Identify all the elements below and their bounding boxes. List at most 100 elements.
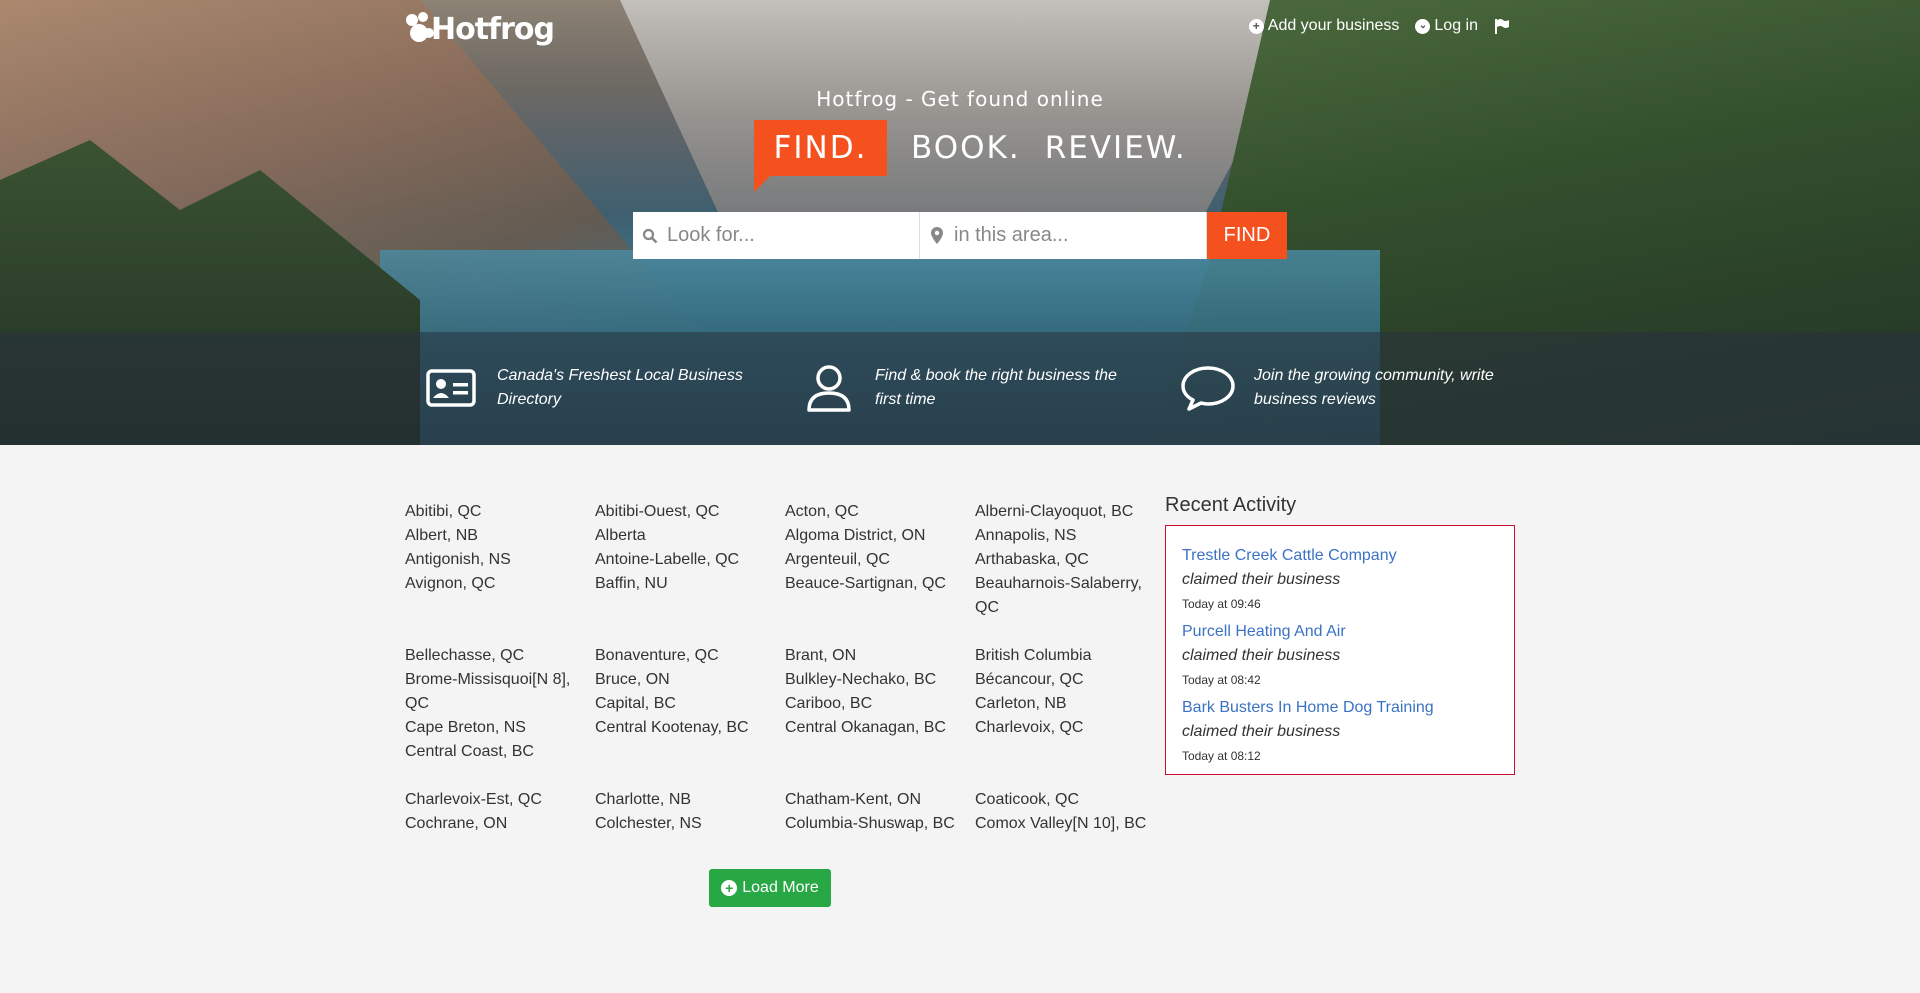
location-link[interactable]: British Columbia xyxy=(975,644,1155,668)
feature-directory-text: Canada's Freshest Local Business Directo… xyxy=(497,367,743,408)
search-icon xyxy=(633,228,667,244)
feature-community-text: Join the growing community, write busine… xyxy=(1254,367,1494,408)
location-column: Charlotte, NB Colchester, NS xyxy=(595,788,785,836)
location-link[interactable]: Bulkley-Nechako, BC xyxy=(785,668,965,692)
look-for-input[interactable] xyxy=(667,224,907,247)
feature-find-book-text: Find & book the right business the first… xyxy=(875,367,1117,408)
find-button[interactable]: FIND xyxy=(1207,212,1287,259)
area-field xyxy=(920,212,1207,259)
location-link[interactable]: Carleton, NB xyxy=(975,692,1155,716)
activity-action: claimed their business xyxy=(1182,647,1341,664)
activity-time: Today at 08:42 xyxy=(1182,673,1261,687)
location-link[interactable]: Chatham-Kent, ON xyxy=(785,788,965,812)
load-more-label: Load More xyxy=(742,879,819,896)
frog-logo-icon xyxy=(404,12,434,46)
plus-circle-icon: + xyxy=(721,880,738,896)
activity-action: claimed their business xyxy=(1182,723,1341,740)
location-row: Bellechasse, QC Brome-Missisquoi[N 8], QC… xyxy=(405,644,1165,764)
location-link[interactable]: Charlotte, NB xyxy=(595,788,775,812)
activity-time: Today at 08:12 xyxy=(1182,749,1261,763)
location-link[interactable]: Antigonish, NS xyxy=(405,548,585,572)
location-column: Abitibi-Ouest, QC Alberta Antoine-Labelle,… xyxy=(595,500,785,620)
location-link[interactable]: Charlevoix, QC xyxy=(975,716,1155,740)
location-column: Charlevoix-Est, QC Cochrane, ON xyxy=(405,788,595,836)
location-column: Abitibi, QC Albert, NB Antigonish, NS Avign… xyxy=(405,500,595,620)
location-link[interactable]: Bécancour, QC xyxy=(975,668,1155,692)
hero-tagline: Hotfrog - Get found online xyxy=(816,87,1104,111)
feature-directory: Canada's Freshest Local Business Directo… xyxy=(423,364,767,412)
location-link[interactable]: Beauce-Sartignan, QC xyxy=(785,572,965,596)
login-link[interactable]: ⌄ Log in xyxy=(1415,17,1478,35)
location-link[interactable]: Abitibi-Ouest, QC xyxy=(595,500,775,524)
location-link[interactable]: Central Okanagan, BC xyxy=(785,716,965,740)
chat-bubble-icon xyxy=(1180,364,1236,412)
area-input[interactable] xyxy=(954,224,1194,247)
location-link[interactable]: Algoma District, ON xyxy=(785,524,965,548)
location-link[interactable]: Alberta xyxy=(595,524,775,548)
brand-name: Hotfrog xyxy=(431,11,555,47)
location-link[interactable]: Charlevoix-Est, QC xyxy=(405,788,585,812)
location-link[interactable]: Bellechasse, QC xyxy=(405,644,585,668)
location-link[interactable]: Brant, ON xyxy=(785,644,965,668)
location-column: Coaticook, QC Comox Valley[N 10], BC xyxy=(975,788,1165,836)
hero-banner: Hotfrog + Add your business ⌄ Log in Hot… xyxy=(0,0,1920,445)
activity-business-link[interactable]: Trestle Creek Cattle Company xyxy=(1182,544,1498,568)
location-link[interactable]: Columbia-Shuswap, BC xyxy=(785,812,965,836)
activity-business-link[interactable]: Bark Busters In Home Dog Training xyxy=(1182,696,1498,720)
activity-item: Bark Busters In Home Dog Training claime… xyxy=(1182,696,1498,768)
location-link[interactable]: Arthabaska, QC xyxy=(975,548,1155,572)
look-for-field xyxy=(633,212,920,259)
location-link[interactable]: Brome-Missisquoi[N 8], QC xyxy=(405,668,585,716)
location-column: Brant, ON Bulkley-Nechako, BC Cariboo, BC C… xyxy=(785,644,975,764)
load-more-button[interactable]: + Load More xyxy=(709,869,831,907)
location-link[interactable]: Coaticook, QC xyxy=(975,788,1155,812)
add-business-link[interactable]: + Add your business xyxy=(1248,17,1400,35)
location-column: British Columbia Bécancour, QC Carleton, N… xyxy=(975,644,1165,764)
location-link[interactable]: Cochrane, ON xyxy=(405,812,585,836)
location-link[interactable]: Bruce, ON xyxy=(595,668,775,692)
location-column: Chatham-Kent, ON Columbia-Shuswap, BC xyxy=(785,788,975,836)
location-column: Alberni-Clayoquot, BC Annapolis, NS Arthab… xyxy=(975,500,1165,620)
book-word: BOOK. xyxy=(911,130,1021,166)
hotfrog-logo[interactable]: Hotfrog xyxy=(404,8,555,50)
location-link[interactable]: Central Coast, BC xyxy=(405,740,585,764)
location-link[interactable]: Baffin, NU xyxy=(595,572,775,596)
user-icon xyxy=(801,364,857,412)
top-nav: + Add your business ⌄ Log in xyxy=(1248,17,1510,35)
login-label: Log in xyxy=(1434,17,1478,34)
activity-business-link[interactable]: Purcell Heating And Air xyxy=(1182,620,1498,644)
plus-circle-icon: + xyxy=(1248,18,1264,34)
location-link[interactable]: Argenteuil, QC xyxy=(785,548,965,572)
location-link[interactable]: Avignon, QC xyxy=(405,572,585,596)
location-column: Bellechasse, QC Brome-Missisquoi[N 8], QC… xyxy=(405,644,595,764)
location-link[interactable]: Alberni-Clayoquot, BC xyxy=(975,500,1155,524)
location-link[interactable]: Albert, NB xyxy=(405,524,585,548)
activity-item: Trestle Creek Cattle Company claimed the… xyxy=(1182,544,1498,616)
feature-community: Join the growing community, write busine… xyxy=(1180,364,1524,412)
location-link[interactable]: Antoine-Labelle, QC xyxy=(595,548,775,572)
location-link[interactable]: Acton, QC xyxy=(785,500,965,524)
activity-time: Today at 09:46 xyxy=(1182,597,1261,611)
location-link[interactable]: Colchester, NS xyxy=(595,812,775,836)
location-list: Abitibi, QC Albert, NB Antigonish, NS Avign… xyxy=(405,500,1165,860)
location-link[interactable]: Abitibi, QC xyxy=(405,500,585,524)
location-link[interactable]: Annapolis, NS xyxy=(975,524,1155,548)
activity-action: claimed their business xyxy=(1182,571,1341,588)
location-link[interactable]: Cape Breton, NS xyxy=(405,716,585,740)
location-link[interactable]: Central Kootenay, BC xyxy=(595,716,775,740)
search-bar: FIND xyxy=(633,212,1287,259)
country-flag-button[interactable] xyxy=(1494,18,1510,34)
add-business-label: Add your business xyxy=(1267,17,1400,34)
find-word-badge: FIND. xyxy=(754,120,887,192)
activity-item: Purcell Heating And Air claimed their bu… xyxy=(1182,620,1498,692)
recent-activity-title: Recent Activity xyxy=(1165,494,1297,516)
recent-activity-panel: Trestle Creek Cattle Company claimed the… xyxy=(1165,525,1515,775)
location-link[interactable]: Cariboo, BC xyxy=(785,692,965,716)
location-link[interactable]: Beauharnois-Salaberry, QC xyxy=(975,572,1155,620)
chevron-down-circle-icon: ⌄ xyxy=(1415,18,1431,34)
location-column: Acton, QC Algoma District, ON Argenteuil, … xyxy=(785,500,975,620)
map-pin-icon xyxy=(920,227,954,244)
location-link[interactable]: Comox Valley[N 10], BC xyxy=(975,812,1155,836)
location-link[interactable]: Bonaventure, QC xyxy=(595,644,775,668)
location-link[interactable]: Capital, BC xyxy=(595,692,775,716)
